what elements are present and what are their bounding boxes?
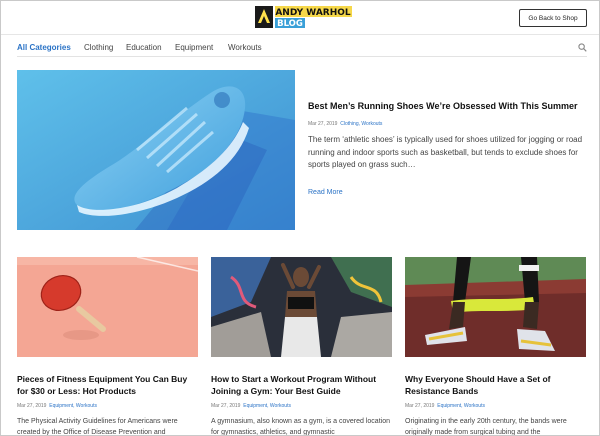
post-categories[interactable]: Clothing, Workouts bbox=[340, 121, 382, 127]
go-back-to-shop-button[interactable]: Go Back to Shop bbox=[519, 9, 587, 27]
post-excerpt: The Physical Activity Guidelines for Ame… bbox=[17, 418, 178, 436]
tab-all-categories[interactable]: All Categories bbox=[17, 43, 71, 52]
post-excerpt: Originating in the early 20th century, t… bbox=[405, 418, 567, 436]
post-meta: Mar 27, 2019 Equipment, Workouts bbox=[405, 403, 485, 409]
read-more-link[interactable]: Read More bbox=[308, 189, 343, 196]
post-date: Mar 27, 2019 bbox=[211, 403, 241, 409]
top-header: ANDY WARHOL BLOG Go Back to Shop bbox=[1, 1, 599, 35]
search-icon[interactable] bbox=[578, 43, 587, 52]
tab-workouts[interactable]: Workouts bbox=[228, 43, 262, 52]
post-title[interactable]: Why Everyone Should Have a Set of Resist… bbox=[405, 373, 586, 397]
post-meta: Mar 27, 2019 Equipment, Workouts bbox=[17, 403, 97, 409]
featured-post-image[interactable] bbox=[17, 70, 295, 230]
tab-equipment[interactable]: Equipment bbox=[175, 43, 213, 52]
logo-text-line2: BLOG bbox=[277, 19, 303, 29]
post-image-resistance-bands[interactable] bbox=[405, 257, 586, 357]
post-card: Why Everyone Should Have a Set of Resist… bbox=[405, 257, 586, 436]
logo-text-line1: ANDY WARHOL bbox=[275, 8, 351, 18]
category-nav: All Categories Clothing Education Equipm… bbox=[17, 35, 587, 57]
blog-page: ANDY WARHOL BLOG Go Back to Shop All Cat… bbox=[0, 0, 600, 436]
post-image-workout[interactable] bbox=[211, 257, 392, 357]
post-date: Mar 27, 2019 bbox=[405, 403, 435, 409]
post-card: Pieces of Fitness Equipment You Can Buy … bbox=[17, 257, 198, 436]
featured-post-title[interactable]: Best Men’s Running Shoes We’re Obsessed … bbox=[308, 101, 598, 111]
featured-post-excerpt: The term ‘athletic shoes’ is typically u… bbox=[308, 135, 583, 169]
post-excerpt: A gymnasium, also known as a gym, is a c… bbox=[211, 418, 390, 436]
post-meta: Mar 27, 2019 Equipment, Workouts bbox=[211, 403, 291, 409]
post-title[interactable]: Pieces of Fitness Equipment You Can Buy … bbox=[17, 373, 198, 397]
featured-post-meta: Mar 27, 2019 Clothing, Workouts bbox=[308, 121, 382, 127]
post-date: Mar 27, 2019 bbox=[308, 121, 338, 127]
post-categories[interactable]: Equipment, Workouts bbox=[437, 403, 485, 409]
post-date: Mar 27, 2019 bbox=[17, 403, 47, 409]
post-image-ping-pong[interactable] bbox=[17, 257, 198, 357]
post-card: How to Start a Workout Program Without J… bbox=[211, 257, 392, 436]
post-title[interactable]: How to Start a Workout Program Without J… bbox=[211, 373, 392, 397]
tab-education[interactable]: Education bbox=[126, 43, 162, 52]
blog-logo[interactable]: ANDY WARHOL BLOG bbox=[255, 5, 353, 29]
tab-clothing[interactable]: Clothing bbox=[84, 43, 113, 52]
post-categories[interactable]: Equipment, Workouts bbox=[49, 403, 97, 409]
post-categories[interactable]: Equipment, Workouts bbox=[243, 403, 291, 409]
